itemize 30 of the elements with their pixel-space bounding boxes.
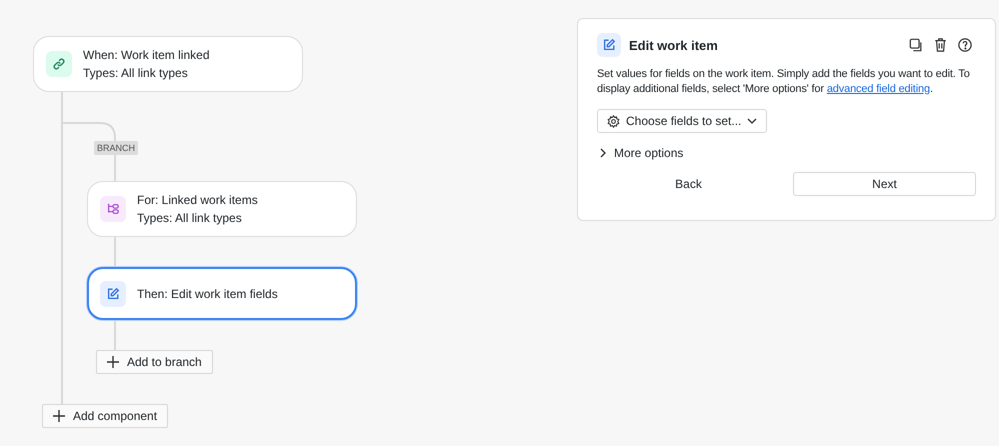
chevron-down-icon [747,118,758,124]
link-icon [52,57,66,71]
fields-dropdown[interactable]: Choose fields to set... [597,109,768,133]
panel-title: Edit work item [629,38,718,52]
advanced-field-editing-link[interactable]: advanced field editing [826,83,930,95]
workflow-node[interactable]: Then: Edit work item fields [87,267,357,320]
add-to-branch-button[interactable]: Add to branch [96,350,213,374]
duplicate-icon[interactable] [909,38,923,52]
chevron-icon [600,148,606,158]
more-options-toggle[interactable]: More options [597,146,686,160]
workflow-node[interactable]: For: Linked work items Types: All link types [87,181,357,237]
node-text: Then: Edit work item fields [137,286,278,300]
node-text: When: Work item linked [83,48,210,62]
plus-icon [53,410,65,422]
node-text: Types: All link types [137,211,243,225]
panel-button[interactable]: Back [597,172,780,196]
workflow-node[interactable]: When: Work item linked Types: All link types [33,36,303,92]
hierarchy-icon [106,202,120,216]
node-text: For: Linked work items [137,193,258,207]
help-icon[interactable] [958,38,972,52]
panel-description: Set values for fields on the work item. Simply add the fields you want to edit. To display additional fields, select 'More options' for advanced field editing. [597,67,971,97]
plus-icon [107,356,119,368]
edit-icon [602,38,616,52]
panel-button[interactable]: Next [793,172,976,196]
add-component-button[interactable]: Add component [42,404,168,428]
settings-icon [607,114,620,128]
trash-icon[interactable] [934,38,947,52]
node-text: Types: All link types [83,66,189,80]
branch-label: BRANCH [94,141,138,155]
edit-icon [106,286,120,300]
